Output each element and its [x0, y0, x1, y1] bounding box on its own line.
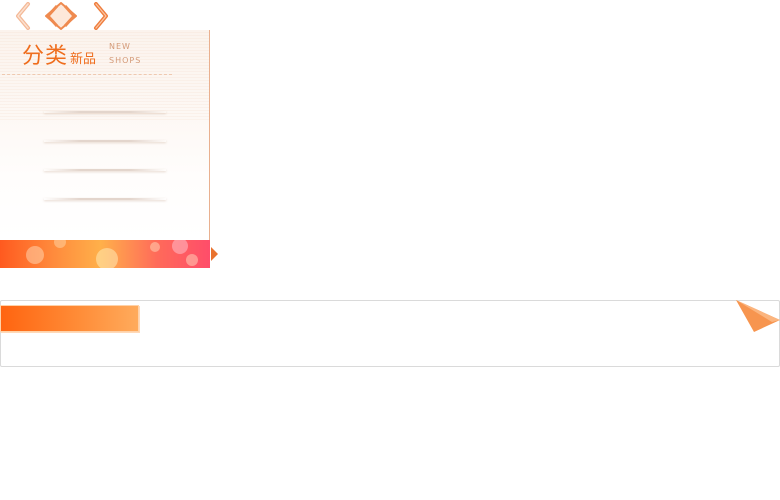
- english-label-shops: SHOPS: [109, 56, 142, 65]
- bokeh-dot: [96, 248, 118, 268]
- promo-banner[interactable]: [0, 240, 210, 268]
- category-item[interactable]: [44, 146, 166, 175]
- english-label-new: NEW: [109, 42, 131, 51]
- bokeh-dot: [26, 246, 44, 264]
- category-title: 分类: [22, 44, 69, 69]
- bokeh-dot: [172, 240, 188, 254]
- category-item[interactable]: [44, 88, 166, 117]
- diamond-arrows-icon[interactable]: [44, 2, 78, 30]
- section-tab[interactable]: [0, 305, 139, 332]
- new-products-title: 新品: [70, 52, 97, 67]
- chevron-left-icon[interactable]: [12, 2, 38, 30]
- section-bar: [0, 300, 780, 367]
- category-panel: 分类 新品 NEW SHOPS: [0, 30, 210, 240]
- pointer-arrow-icon: [211, 247, 218, 261]
- corner-ribbon-icon: [734, 300, 780, 332]
- category-item[interactable]: [44, 175, 166, 204]
- category-item[interactable]: [44, 117, 166, 146]
- dashed-divider: [2, 74, 172, 75]
- bokeh-dot: [150, 242, 160, 252]
- carousel-nav: [12, 0, 112, 32]
- category-list: [44, 88, 166, 204]
- chevron-right-icon[interactable]: [88, 2, 114, 30]
- bokeh-dot: [54, 240, 66, 248]
- bokeh-dot: [186, 254, 198, 266]
- panel-title: 分类 新品: [22, 38, 96, 70]
